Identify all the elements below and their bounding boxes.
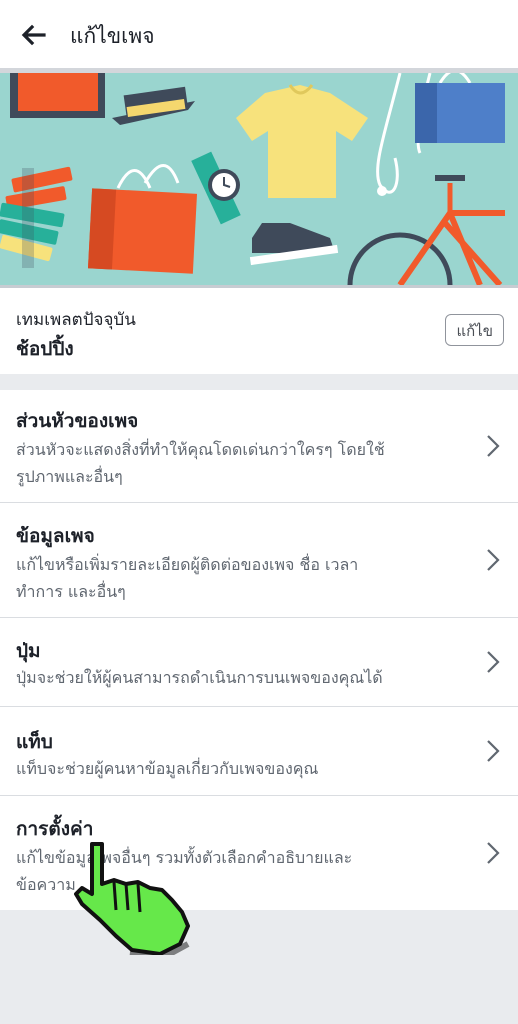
menu-item-title: ส่วนหัวของเพจ xyxy=(16,410,139,432)
menu-item-tabs[interactable]: แท็บ แท็บจะช่วยผู้คนหาข้อมูลเกี่ยวกับเพจ… xyxy=(0,707,518,796)
chevron-right-icon xyxy=(487,842,500,864)
menu-item-title: แท็บ xyxy=(16,731,53,753)
edit-page-menu: ส่วนหัวของเพจ ส่วนหัวจะแสดงสิ่งที่ทำให้ค… xyxy=(0,390,518,910)
top-bar: แก้ไขเพจ xyxy=(0,0,518,69)
template-cover-illustration xyxy=(0,73,518,285)
menu-item-title: ปุ่ม xyxy=(16,640,41,662)
shopping-illustration xyxy=(0,73,518,285)
chevron-right-icon xyxy=(487,435,500,457)
edit-template-button[interactable]: แก้ไข xyxy=(445,314,504,346)
menu-item-description: แก้ไขหรือเพิ่มรายละเอียดผู้ติดต่อของเพจ … xyxy=(16,555,359,574)
chevron-right-icon xyxy=(487,549,500,571)
hand-pointer-icon xyxy=(74,842,190,955)
current-template-card: เทมเพลตปัจจุบัน ช้อปปิ้ง แก้ไข xyxy=(0,288,518,375)
menu-item-description-line2: ทำการ และอื่นๆ xyxy=(16,582,126,601)
menu-item-description: แท็บจะช่วยผู้คนหาข้อมูลเกี่ยวกับเพจของคุ… xyxy=(16,759,319,778)
menu-item-description-line2: รูปภาพและอื่นๆ xyxy=(16,467,123,486)
template-name: ช้อปปิ้ง xyxy=(16,338,74,360)
chevron-right-icon xyxy=(487,740,500,762)
menu-item-description: ปุ่มจะช่วยให้ผู้คนสามารถดำเนินการบนเพจขอ… xyxy=(16,668,383,687)
menu-item-description: ส่วนหัวจะแสดงสิ่งที่ทำให้คุณโดดเด่นกว่าใ… xyxy=(16,440,385,459)
template-caption: เทมเพลตปัจจุบัน xyxy=(16,310,136,330)
back-arrow-icon[interactable] xyxy=(18,20,48,50)
menu-item-page-header[interactable]: ส่วนหัวของเพจ ส่วนหัวจะแสดงสิ่งที่ทำให้ค… xyxy=(0,390,518,503)
menu-item-buttons[interactable]: ปุ่ม ปุ่มจะช่วยให้ผู้คนสามารถดำเนินการบน… xyxy=(0,618,518,707)
page-title: แก้ไขเพจ xyxy=(70,24,155,48)
chevron-right-icon xyxy=(487,651,500,673)
menu-item-title: ข้อมูลเพจ xyxy=(16,525,95,547)
section-gap xyxy=(0,374,518,390)
menu-item-page-info[interactable]: ข้อมูลเพจ แก้ไขหรือเพิ่มรายละเอียดผู้ติด… xyxy=(0,503,518,618)
